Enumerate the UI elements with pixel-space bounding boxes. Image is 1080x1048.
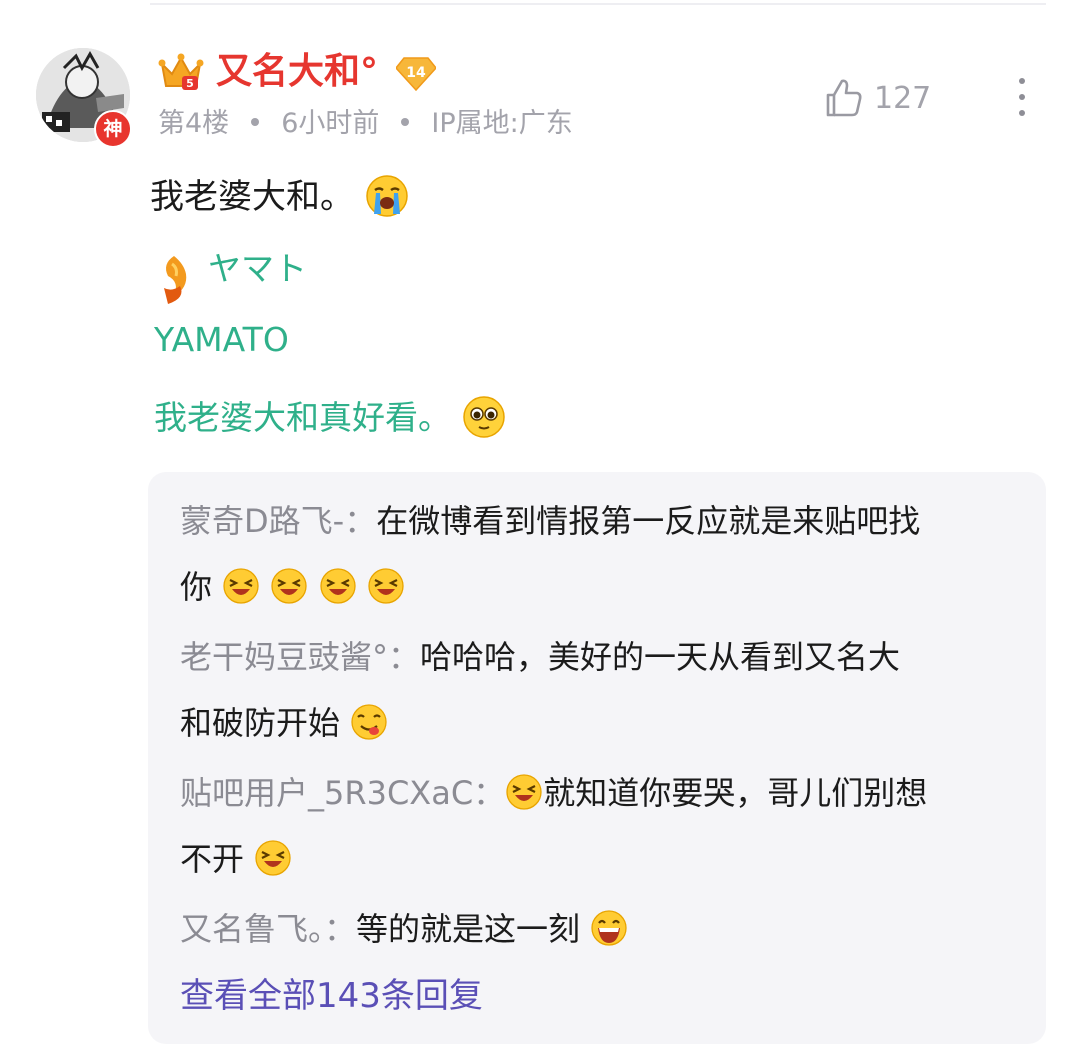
laughing-emoji-icon xyxy=(223,568,259,604)
top-divider xyxy=(150,3,1046,5)
reply-text: 和破防开始 xyxy=(180,704,341,742)
avatar-badge: 神 xyxy=(94,110,132,148)
view-all-replies-link[interactable]: 查看全部143条回复 xyxy=(180,970,483,1022)
laughing-emoji-icon xyxy=(506,774,542,810)
reply-text: 不开 xyxy=(180,840,245,878)
post-content: 我老婆大和。 xyxy=(150,174,409,221)
green-text: 我老婆大和真好看。 xyxy=(154,395,506,442)
post-time: 6小时前 xyxy=(281,108,380,139)
floor-number: 第4楼 xyxy=(158,108,230,139)
laughing-emoji-icon xyxy=(255,840,291,876)
like-count: 127 xyxy=(874,80,932,116)
ip-location: IP属地:广东 xyxy=(431,108,573,139)
reply-text: 等的就是这一刻 xyxy=(356,910,581,948)
reply-author[interactable]: 贴吧用户_5R3CXaC： xyxy=(180,774,505,812)
reply-author[interactable]: 蒙奇D路飞-： xyxy=(180,502,376,540)
reply-item[interactable]: 又名鲁飞。：等的就是这一刻 xyxy=(180,896,1020,962)
separator-dot xyxy=(401,117,410,126)
tag-en-title[interactable]: YAMATO xyxy=(154,318,289,362)
reply-text: 就知道你要哭，哥儿们别想 xyxy=(543,774,928,812)
reply-text: 在微博看到情报第一反应就是来贴吧找 xyxy=(376,502,921,540)
level-number: 14 xyxy=(406,65,426,81)
thumbs-up-icon xyxy=(826,79,862,117)
post-text: 我老婆大和。 xyxy=(150,177,354,217)
laughing-emoji-icon xyxy=(319,568,356,604)
separator-dot xyxy=(251,117,260,126)
yum-emoji-icon xyxy=(351,704,387,740)
username[interactable]: 又名大和° xyxy=(216,48,378,96)
reply-text: 哈哈哈，美好的一天从看到又名大 xyxy=(420,638,901,676)
reply-item[interactable]: 蒙奇D路飞-：在微博看到情报第一反应就是来贴吧找 你 xyxy=(180,488,1020,620)
svg-text:5: 5 xyxy=(186,77,194,90)
laughing-emoji-icon xyxy=(368,568,404,604)
grin-emoji-icon xyxy=(591,910,627,946)
yamato-logo-icon xyxy=(164,256,187,304)
tag-jp-title[interactable]: ヤマト xyxy=(208,248,307,290)
diamond-level-icon: 14 xyxy=(395,56,437,92)
adoring-emoji-icon xyxy=(462,395,505,438)
reply-author[interactable]: 老干妈豆豉酱°： xyxy=(180,638,420,676)
crown-icon: 5 xyxy=(158,53,204,90)
reply-item[interactable]: 贴吧用户_5R3CXaC： 就知道你要哭，哥儿们别想 不开 xyxy=(180,760,1020,892)
reply-text: 你 xyxy=(180,568,213,606)
green-text-content: 我老婆大和真好看。 xyxy=(154,398,451,437)
more-vertical-icon[interactable] xyxy=(1012,78,1032,118)
crying-emoji-icon xyxy=(366,174,408,217)
reply-author[interactable]: 又名鲁飞。： xyxy=(180,910,356,948)
post-meta: 第4楼 6小时前 IP属地:广东 xyxy=(158,104,573,144)
like-button[interactable]: 127 xyxy=(822,76,931,120)
reply-item[interactable]: 老干妈豆豉酱°：哈哈哈，美好的一天从看到又名大 和破防开始 xyxy=(180,624,1020,756)
laughing-emoji-icon xyxy=(271,568,308,604)
